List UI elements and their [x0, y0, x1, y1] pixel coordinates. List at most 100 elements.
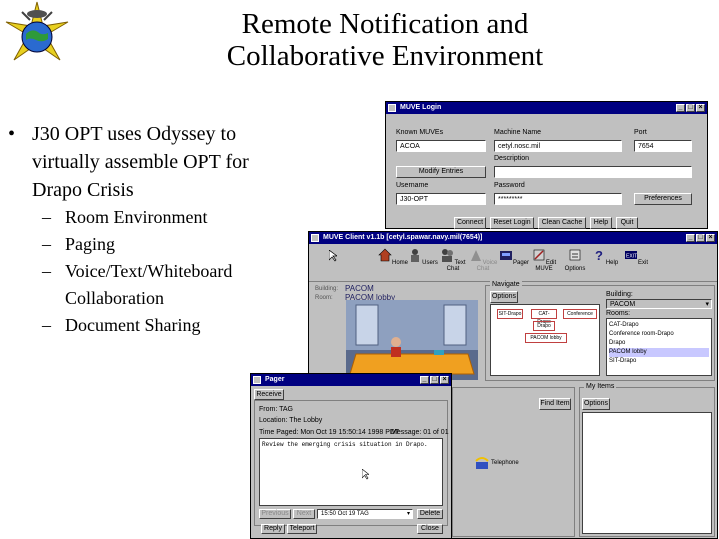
map-room[interactable]: CAT-Drapo	[531, 309, 557, 325]
pager-tool[interactable]: Pager	[499, 248, 529, 266]
room-3d-view[interactable]	[346, 300, 478, 380]
navigate-options-button[interactable]: Options	[490, 291, 518, 303]
next-button[interactable]: Next	[293, 509, 315, 519]
title-line-2: Collaborative Environment	[226, 40, 544, 72]
login-titlebar[interactable]: MUVE Login _ □ ×	[386, 102, 707, 114]
users-tool[interactable]: Users	[408, 248, 438, 266]
machine-name-field[interactable]: cetyl.nosc.mil	[494, 140, 622, 152]
location-text: Location: The Lobby	[259, 417, 323, 424]
help-button[interactable]: Help	[590, 217, 612, 229]
exit-icon: EXIT	[624, 251, 637, 260]
maximize-icon[interactable]: □	[696, 234, 705, 242]
navigate-label: Navigate	[490, 281, 522, 288]
port-field[interactable]: 7654	[634, 140, 692, 152]
building-value: PACOM	[345, 284, 374, 293]
map-room-current[interactable]: PACOM lobby	[525, 333, 567, 343]
rooms-label: Rooms:	[606, 310, 631, 317]
room-list-item-selected[interactable]: PACOM lobby	[609, 348, 709, 357]
room-list-item[interactable]: Conference room-Drapo	[609, 330, 709, 339]
sub-bullet: – Room Environment	[42, 207, 208, 227]
tool-label: Help	[605, 260, 619, 266]
telephone-label: Telephone	[491, 460, 519, 466]
exit-tool[interactable]: EXIT Exit	[621, 248, 651, 266]
close-icon[interactable]: ×	[706, 234, 715, 242]
find-item-button[interactable]: Find Item	[539, 398, 571, 410]
text-chat-tool[interactable]: Text Chat	[438, 248, 468, 272]
bullet-dot: •	[8, 123, 16, 145]
room-list-item[interactable]: Drapo	[609, 339, 709, 348]
close-icon[interactable]: ×	[440, 376, 449, 384]
sub-bullet: – Document Sharing	[42, 315, 201, 335]
my-items-panel: My Items Options	[579, 383, 715, 537]
tab-receive[interactable]: Receive	[254, 389, 284, 400]
from-text: From: TAG	[259, 406, 293, 413]
preferences-button[interactable]: Preferences	[634, 193, 692, 205]
map-room[interactable]: Conference ro...	[563, 309, 597, 319]
slide-title: Remote Notification and Collaborative En…	[150, 8, 620, 72]
description-field[interactable]	[494, 166, 692, 178]
password-field[interactable]: *********	[494, 193, 622, 205]
teleport-button[interactable]: Teleport	[287, 524, 317, 534]
reset-login-button[interactable]: Reset Login	[490, 217, 534, 229]
modify-entries-button[interactable]: Modify Entries	[396, 166, 486, 178]
close-button[interactable]: Close	[417, 524, 443, 534]
client-titlebar[interactable]: MUVE Client v1.1b [cetyl.spawar.navy.mil…	[309, 232, 717, 244]
client-title: MUVE Client v1.1b [cetyl.spawar.navy.mil…	[323, 234, 483, 241]
room-list-item[interactable]: CAT-Drapo	[609, 321, 709, 330]
options-tool[interactable]: Options	[560, 248, 590, 272]
maximize-icon[interactable]: □	[686, 104, 695, 112]
minimize-icon[interactable]: _	[420, 376, 429, 384]
connect-button[interactable]: Connect	[454, 217, 486, 229]
options-icon	[569, 249, 581, 261]
building-select-label: Building:	[606, 291, 633, 298]
minimize-icon[interactable]: _	[676, 104, 685, 112]
navigate-panel: Navigate Options SIT-Drapo CAT-Drapo Con…	[485, 281, 715, 381]
username-field[interactable]: J30-OPT	[396, 193, 486, 205]
close-icon[interactable]: ×	[696, 104, 705, 112]
my-items-label: My Items	[584, 383, 617, 390]
pager-titlebar[interactable]: Pager _ □ ×	[251, 374, 451, 386]
edit-muve-icon	[533, 249, 545, 261]
room-map: SIT-Drapo CAT-Drapo Conference ro... Dra…	[490, 304, 600, 376]
main-bullet-text: J30 OPT uses Odyssey to virtually assemb…	[32, 123, 249, 201]
tool-label: Exit	[637, 260, 648, 266]
maximize-icon[interactable]: □	[430, 376, 439, 384]
sub-bullet-text: Voice/Text/Whiteboard Collaboration	[65, 261, 233, 308]
message-count-text: Message: 01 of 01	[391, 429, 449, 436]
home-icon	[378, 248, 392, 262]
home-tool[interactable]: Home	[378, 248, 408, 266]
window-icon	[311, 234, 319, 242]
known-muves-select[interactable]: ACOA	[396, 140, 486, 152]
my-items-list	[582, 412, 712, 534]
description-label: Description	[494, 155, 530, 162]
previous-button[interactable]: Previous	[259, 509, 291, 519]
my-items-options-button[interactable]: Options	[582, 398, 610, 410]
help-tool[interactable]: ? Help	[590, 248, 620, 266]
room-list-item[interactable]: SIT-Drapo	[609, 357, 709, 366]
cursor-icon	[329, 250, 337, 262]
delete-button[interactable]: Delete	[417, 509, 443, 519]
voice-chat-icon	[470, 250, 481, 261]
username-label: Username	[396, 182, 429, 189]
minimize-icon[interactable]: _	[686, 234, 695, 242]
title-line-1: Remote Notification and	[241, 8, 529, 40]
reply-button[interactable]: Reply	[261, 524, 285, 534]
main-bullet: • J30 OPT uses Odyssey to virtually asse…	[8, 120, 268, 204]
message-select[interactable]: 15:50 Oct 19 TAG ▾	[317, 509, 413, 519]
pager-title: Pager	[265, 376, 285, 383]
sub-bullet: – Paging	[42, 234, 116, 254]
voice-chat-tool[interactable]: Voice Chat	[468, 248, 498, 272]
users-icon	[411, 249, 420, 262]
map-room[interactable]: SIT-Drapo	[497, 309, 523, 319]
telephone-icon[interactable]	[475, 456, 489, 470]
sub-bullet: – Voice/Text/Whiteboard Collaboration	[42, 261, 233, 308]
quit-button[interactable]: Quit	[616, 217, 638, 229]
edit-muve-tool[interactable]: Edit MUVE	[529, 248, 559, 272]
client-toolbar: Home Users Text Chat Voice Chat Pager Ed…	[309, 244, 717, 282]
map-room[interactable]: Drapo	[533, 321, 555, 331]
clean-cache-button[interactable]: Clean Cache	[538, 217, 586, 229]
message-body[interactable]: Review the emerging crisis situation in …	[259, 438, 443, 506]
message-select-value: 15:50 Oct 19 TAG	[321, 511, 369, 517]
rooms-list: CAT-Drapo Conference room-Drapo Drapo PA…	[606, 318, 712, 376]
building-select[interactable]: PACOM ▾	[606, 299, 712, 309]
